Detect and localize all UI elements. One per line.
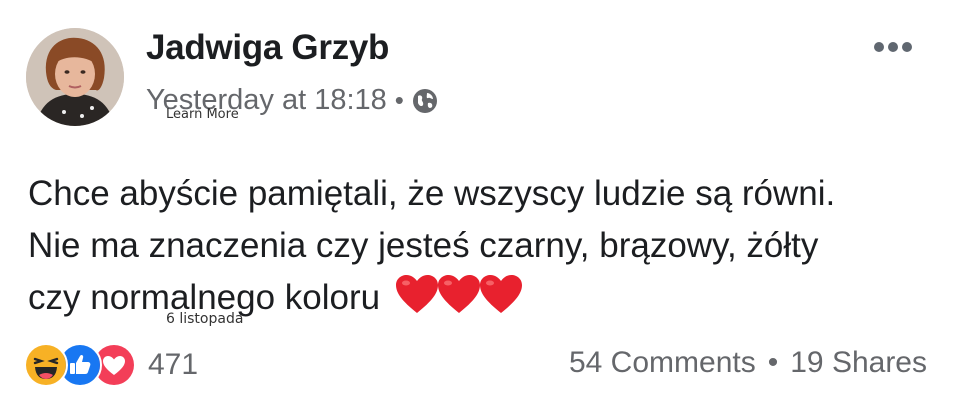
post-stats: 54 Comments • 19 Shares <box>569 346 927 380</box>
stats-separator: • <box>767 346 779 379</box>
post-text-line-last: czy normalnego koloru <box>28 272 938 324</box>
post-text-line: Chce abyście pamiętali, że wszyscy ludzi… <box>28 174 836 213</box>
heart-icon <box>480 275 523 313</box>
heart-icon <box>438 275 481 313</box>
globe-icon[interactable] <box>412 88 438 114</box>
more-options-icon[interactable] <box>872 40 914 54</box>
reactions-summary[interactable]: 471 <box>24 343 198 387</box>
heart-icon <box>396 275 439 313</box>
author-name[interactable]: Jadwiga Grzyb <box>146 28 389 68</box>
post-text: Chce abyście pamiętali, że wszyscy ludzi… <box>28 168 938 324</box>
date-overlay-text: 6 listopada <box>166 311 244 327</box>
haha-reaction-icon <box>24 343 68 387</box>
avatar-image <box>26 28 124 126</box>
reaction-count[interactable]: 471 <box>148 348 198 382</box>
post-text-line: Nie ma znaczenia czy jesteś czarny, brąz… <box>28 226 819 265</box>
meta-separator: • <box>394 85 404 115</box>
heart-emojis <box>394 273 523 315</box>
facebook-post: Jadwiga Grzyb Yesterday at 18:18 • Learn… <box>0 0 957 419</box>
comments-count-link[interactable]: 54 Comments <box>569 346 756 380</box>
learn-more-overlay-text: Learn More <box>166 107 239 122</box>
avatar[interactable] <box>26 28 124 126</box>
shares-count-link[interactable]: 19 Shares <box>790 346 927 380</box>
